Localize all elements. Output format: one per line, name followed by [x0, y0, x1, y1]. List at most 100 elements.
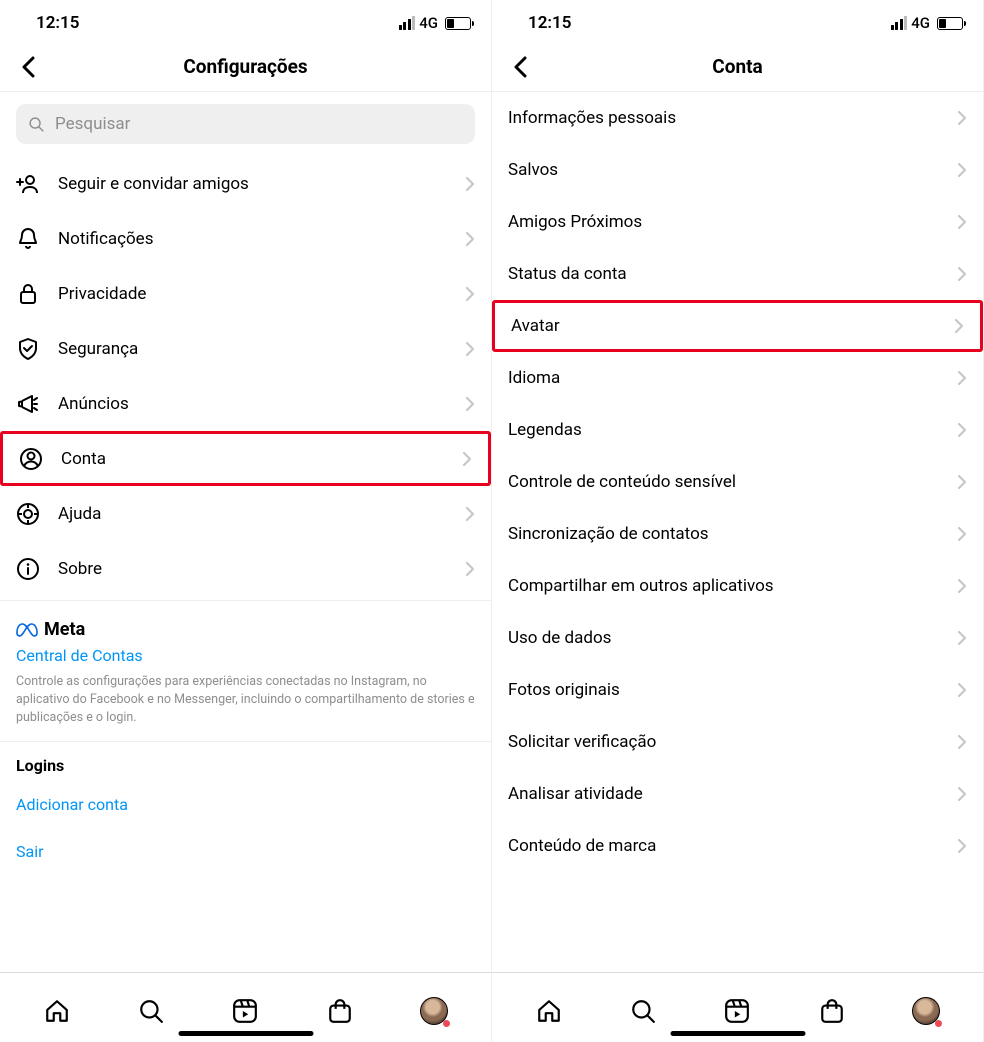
row-label: Sincronização de contatos	[508, 524, 957, 544]
row-label: Compartilhar em outros aplicativos	[508, 576, 957, 596]
list-item-legendas[interactable]: Legendas	[492, 404, 983, 456]
megaphone-icon	[16, 392, 46, 416]
lock-icon	[16, 282, 46, 306]
nav-home[interactable]	[37, 991, 77, 1031]
battery-icon	[445, 17, 471, 30]
chevron-right-icon	[957, 526, 967, 542]
nav-search[interactable]	[131, 991, 171, 1031]
list-item-seguir-e-convidar-amigos[interactable]: Seguir e convidar amigos	[0, 156, 491, 211]
nav-home[interactable]	[529, 991, 569, 1031]
account-icon	[19, 447, 49, 471]
back-button[interactable]	[502, 49, 538, 85]
search-input[interactable]: Pesquisar	[16, 104, 475, 144]
nav-reels[interactable]	[717, 991, 757, 1031]
search-placeholder: Pesquisar	[55, 114, 130, 134]
chevron-right-icon	[465, 286, 475, 302]
row-label: Conta	[61, 449, 462, 469]
row-label: Segurança	[58, 339, 465, 359]
list-item-fotos-originais[interactable]: Fotos originais	[492, 664, 983, 716]
help-icon	[16, 502, 46, 526]
list-item-solicitar-verificação[interactable]: Solicitar verificação	[492, 716, 983, 768]
chevron-right-icon	[462, 451, 472, 467]
meta-section: Meta Central de Contas Controle as confi…	[0, 600, 491, 727]
phone-right: 12:15 4G Conta Informações pessoaisSalvo…	[492, 0, 984, 1042]
list-item-conteúdo-de-marca[interactable]: Conteúdo de marca	[492, 820, 983, 872]
list-item-anúncios[interactable]: Anúncios	[0, 376, 491, 431]
settings-list: Seguir e convidar amigosNotificações Priv…	[0, 156, 491, 596]
nav-reels[interactable]	[225, 991, 265, 1031]
list-item-compartilhar-em-outros-aplicativos[interactable]: Compartilhar em outros aplicativos	[492, 560, 983, 612]
info-icon	[16, 557, 46, 581]
list-item-ajuda[interactable]: Ajuda	[0, 486, 491, 541]
row-label: Informações pessoais	[508, 108, 957, 128]
chevron-right-icon	[465, 561, 475, 577]
chevron-right-icon	[465, 231, 475, 247]
chevron-left-icon	[21, 56, 35, 78]
row-label: Avatar	[511, 316, 954, 336]
list-item-conta[interactable]: Conta	[0, 431, 491, 486]
row-label: Legendas	[508, 420, 957, 440]
row-label: Amigos Próximos	[508, 212, 957, 232]
nav-profile[interactable]	[414, 991, 454, 1031]
row-label: Fotos originais	[508, 680, 957, 700]
add-person-icon	[16, 172, 46, 196]
network-label: 4G	[911, 14, 930, 32]
notification-dot	[443, 1020, 450, 1027]
list-item-controle-de-conteúdo-sensível[interactable]: Controle de conteúdo sensível	[492, 456, 983, 508]
logout-link[interactable]: Sair	[0, 828, 491, 875]
list-item-uso-de-dados[interactable]: Uso de dados	[492, 612, 983, 664]
add-account-link[interactable]: Adicionar conta	[0, 781, 491, 828]
notification-dot	[935, 1020, 942, 1027]
chevron-right-icon	[957, 578, 967, 594]
list-item-status-da-conta[interactable]: Status da conta	[492, 248, 983, 300]
list-item-segurança[interactable]: Segurança	[0, 321, 491, 376]
list-item-informações-pessoais[interactable]: Informações pessoais	[492, 92, 983, 144]
list-item-notificações[interactable]: Notificações	[0, 211, 491, 266]
bell-icon	[16, 227, 46, 251]
shop-icon	[819, 998, 845, 1024]
chevron-right-icon	[465, 341, 475, 357]
status-time: 12:15	[528, 13, 571, 33]
search-icon	[630, 998, 656, 1024]
list-item-avatar[interactable]: Avatar	[492, 300, 983, 352]
shop-icon	[327, 998, 353, 1024]
chevron-right-icon	[957, 786, 967, 802]
row-label: Privacidade	[58, 284, 465, 304]
accounts-center-link[interactable]: Central de Contas	[16, 646, 475, 665]
row-label: Solicitar verificação	[508, 732, 957, 752]
chevron-left-icon	[513, 56, 527, 78]
chevron-right-icon	[954, 318, 964, 334]
nav-profile[interactable]	[906, 991, 946, 1031]
chevron-right-icon	[957, 734, 967, 750]
nav-shop[interactable]	[320, 991, 360, 1031]
row-label: Controle de conteúdo sensível	[508, 472, 957, 492]
nav-shop[interactable]	[812, 991, 852, 1031]
meta-brand: Meta	[16, 619, 475, 640]
reels-icon	[232, 998, 258, 1024]
list-item-privacidade[interactable]: Privacidade	[0, 266, 491, 321]
status-bar: 12:15 4G	[0, 0, 491, 42]
chevron-right-icon	[465, 506, 475, 522]
page-title: Configurações	[0, 55, 491, 78]
list-item-sincronização-de-contatos[interactable]: Sincronização de contatos	[492, 508, 983, 560]
list-item-sobre[interactable]: Sobre	[0, 541, 491, 596]
reels-icon	[724, 998, 750, 1024]
chevron-right-icon	[957, 838, 967, 854]
list-item-idioma[interactable]: Idioma	[492, 352, 983, 404]
list-item-salvos[interactable]: Salvos	[492, 144, 983, 196]
chevron-right-icon	[957, 630, 967, 646]
search-icon	[138, 998, 164, 1024]
list-item-amigos-próximos[interactable]: Amigos Próximos	[492, 196, 983, 248]
signal-icon	[399, 16, 416, 30]
nav-search[interactable]	[623, 991, 663, 1031]
network-label: 4G	[419, 14, 438, 32]
home-icon	[44, 998, 70, 1024]
back-button[interactable]	[10, 49, 46, 85]
row-label: Salvos	[508, 160, 957, 180]
row-label: Anúncios	[58, 394, 465, 414]
chevron-right-icon	[465, 396, 475, 412]
list-item-analisar-atividade[interactable]: Analisar atividade	[492, 768, 983, 820]
row-label: Sobre	[58, 559, 465, 579]
chevron-right-icon	[957, 110, 967, 126]
search-icon	[28, 116, 45, 133]
